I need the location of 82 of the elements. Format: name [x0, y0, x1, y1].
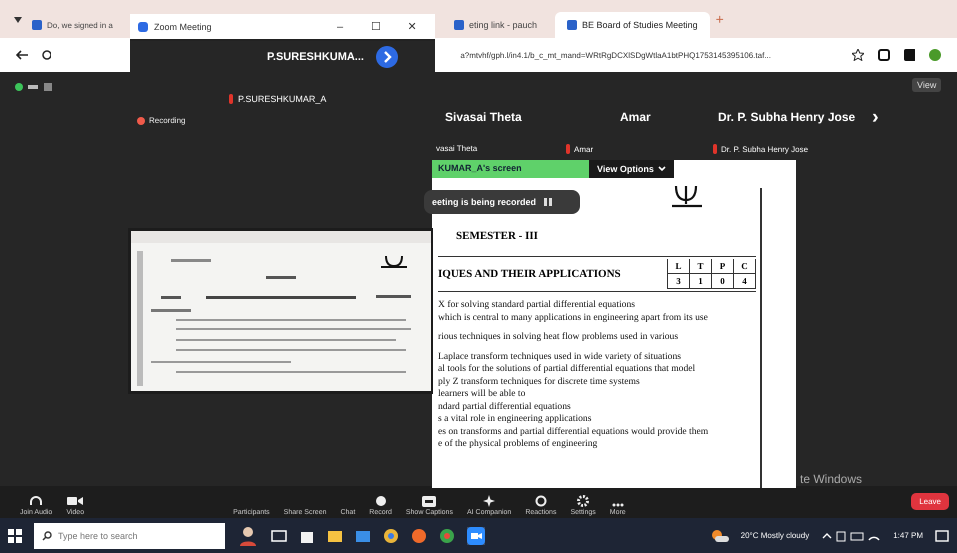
clock-text: 1:47 PM [893, 531, 923, 540]
document-line: s a vital role in engineering applications [438, 413, 592, 426]
semester-heading: SEMESTER - III [456, 230, 539, 242]
emblem-icon [670, 184, 704, 210]
profile-icon[interactable] [929, 49, 942, 61]
weather-icon [710, 528, 729, 542]
address-field[interactable]: a?mtvhf/gph.l/in4.1/b_c_mt_mand=WRtRgDCXlSDgWtlaA1btPHQ1753145395106.taf... [460, 50, 838, 60]
weather-text: 20°C Mostly cloudy [740, 531, 810, 540]
more-icon [612, 503, 624, 507]
taskbar-search-field[interactable]: Type here to search [34, 522, 225, 548]
participant-name: Sivasai Theta [445, 110, 522, 124]
participant-label: P.SURESHKUMAR_A [238, 94, 326, 104]
smiley-icon [534, 495, 547, 507]
muted-mic-icon [565, 144, 571, 154]
table-cell: C [734, 259, 756, 274]
document-line: Laplace transform techniques used in wide variety of situations [438, 350, 682, 363]
status-icon [14, 82, 54, 92]
window-title: Zoom Meeting [154, 22, 213, 32]
window-control[interactable]: – [325, 20, 355, 32]
sparkle-icon [483, 495, 496, 507]
captions-icon [422, 496, 436, 507]
window-control[interactable]: ☐ [361, 20, 391, 33]
record-icon [374, 495, 387, 507]
table-cell: 1 [690, 274, 712, 289]
tray-icons[interactable] [821, 530, 882, 542]
document-line: ply Z transform techniques for discrete time systems [438, 376, 641, 388]
document-line: al tools for the solutions of partial differential equations that model [438, 363, 696, 376]
participant-name: Amar [620, 110, 651, 124]
settings-icon [577, 495, 590, 507]
back-icon[interactable] [16, 50, 28, 60]
recording-text: eeting is being recorded [432, 197, 536, 207]
browser-tab[interactable]: eting link - pauch [442, 12, 550, 38]
forward-icon[interactable] [376, 46, 398, 68]
caret-icon [658, 166, 666, 172]
sharing-indicator: KUMAR_A's screen [432, 160, 589, 178]
video-icon [67, 495, 84, 507]
table-cell: L [668, 259, 690, 274]
document-line: which is central to many applications in engineering apart from its use [438, 312, 709, 324]
browser-tab[interactable]: Do, we signed in a [28, 12, 120, 38]
speaker-name: P.SURESHKUMA... [267, 51, 364, 63]
view-button[interactable]: View [912, 78, 942, 92]
leave-button[interactable]: Leave [911, 492, 949, 510]
browser-icon[interactable] [383, 528, 399, 544]
zoom-app-icon [138, 22, 148, 32]
site-icon [32, 20, 42, 30]
participant-caption: Amar [574, 144, 594, 154]
star-icon[interactable] [852, 49, 864, 61]
headphones-icon [29, 495, 44, 507]
figure-icon [237, 526, 259, 546]
muted-mic-icon [712, 144, 718, 154]
activation-notice: te Windows [800, 472, 862, 486]
document-line: rious techniques in solving heat flow problems used in various [438, 331, 680, 344]
reload-icon[interactable] [42, 50, 52, 60]
record-dot-icon [137, 116, 145, 124]
document-line: es on transforms and partial differential equations would provide them [438, 426, 710, 438]
participant-caption: vasai Theta [436, 144, 478, 153]
table-cell: 0 [712, 274, 734, 289]
participant-name: Dr. P. Subha Henry Jose [718, 110, 856, 124]
document-line: e of the physical problems of engineering [438, 438, 598, 450]
task-view-icon[interactable] [271, 528, 287, 542]
browser-icon[interactable] [439, 528, 455, 544]
document-line: X for solving standard partial differential equations [438, 299, 636, 312]
zoom-app-icon[interactable] [467, 526, 485, 544]
course-title: IQUES AND THEIR APPLICATIONS [438, 268, 621, 280]
window-control[interactable]: ✕ [397, 20, 427, 33]
browser-icon[interactable] [411, 528, 427, 544]
muted-mic-icon [228, 94, 234, 104]
table-cell: T [690, 259, 712, 274]
recording-label: Recording [149, 116, 186, 125]
view-options-button[interactable]: View Options [589, 160, 674, 178]
document-line: ndard partial differential equations [438, 400, 572, 413]
site-icon [567, 20, 578, 30]
participant-caption: Dr. P. Subha Henry Jose [721, 144, 808, 154]
pause-icon[interactable] [544, 198, 552, 206]
start-icon[interactable] [8, 528, 22, 542]
next-page-button[interactable]: › [872, 106, 879, 129]
table-cell: 4 [734, 274, 756, 289]
browser-tab[interactable]: BE Board of Studies Meeting [555, 12, 710, 38]
site-icon [454, 20, 464, 30]
table-cell: P [712, 259, 734, 274]
document-line: learners will be able to [438, 388, 526, 400]
table-cell: 3 [668, 274, 690, 289]
